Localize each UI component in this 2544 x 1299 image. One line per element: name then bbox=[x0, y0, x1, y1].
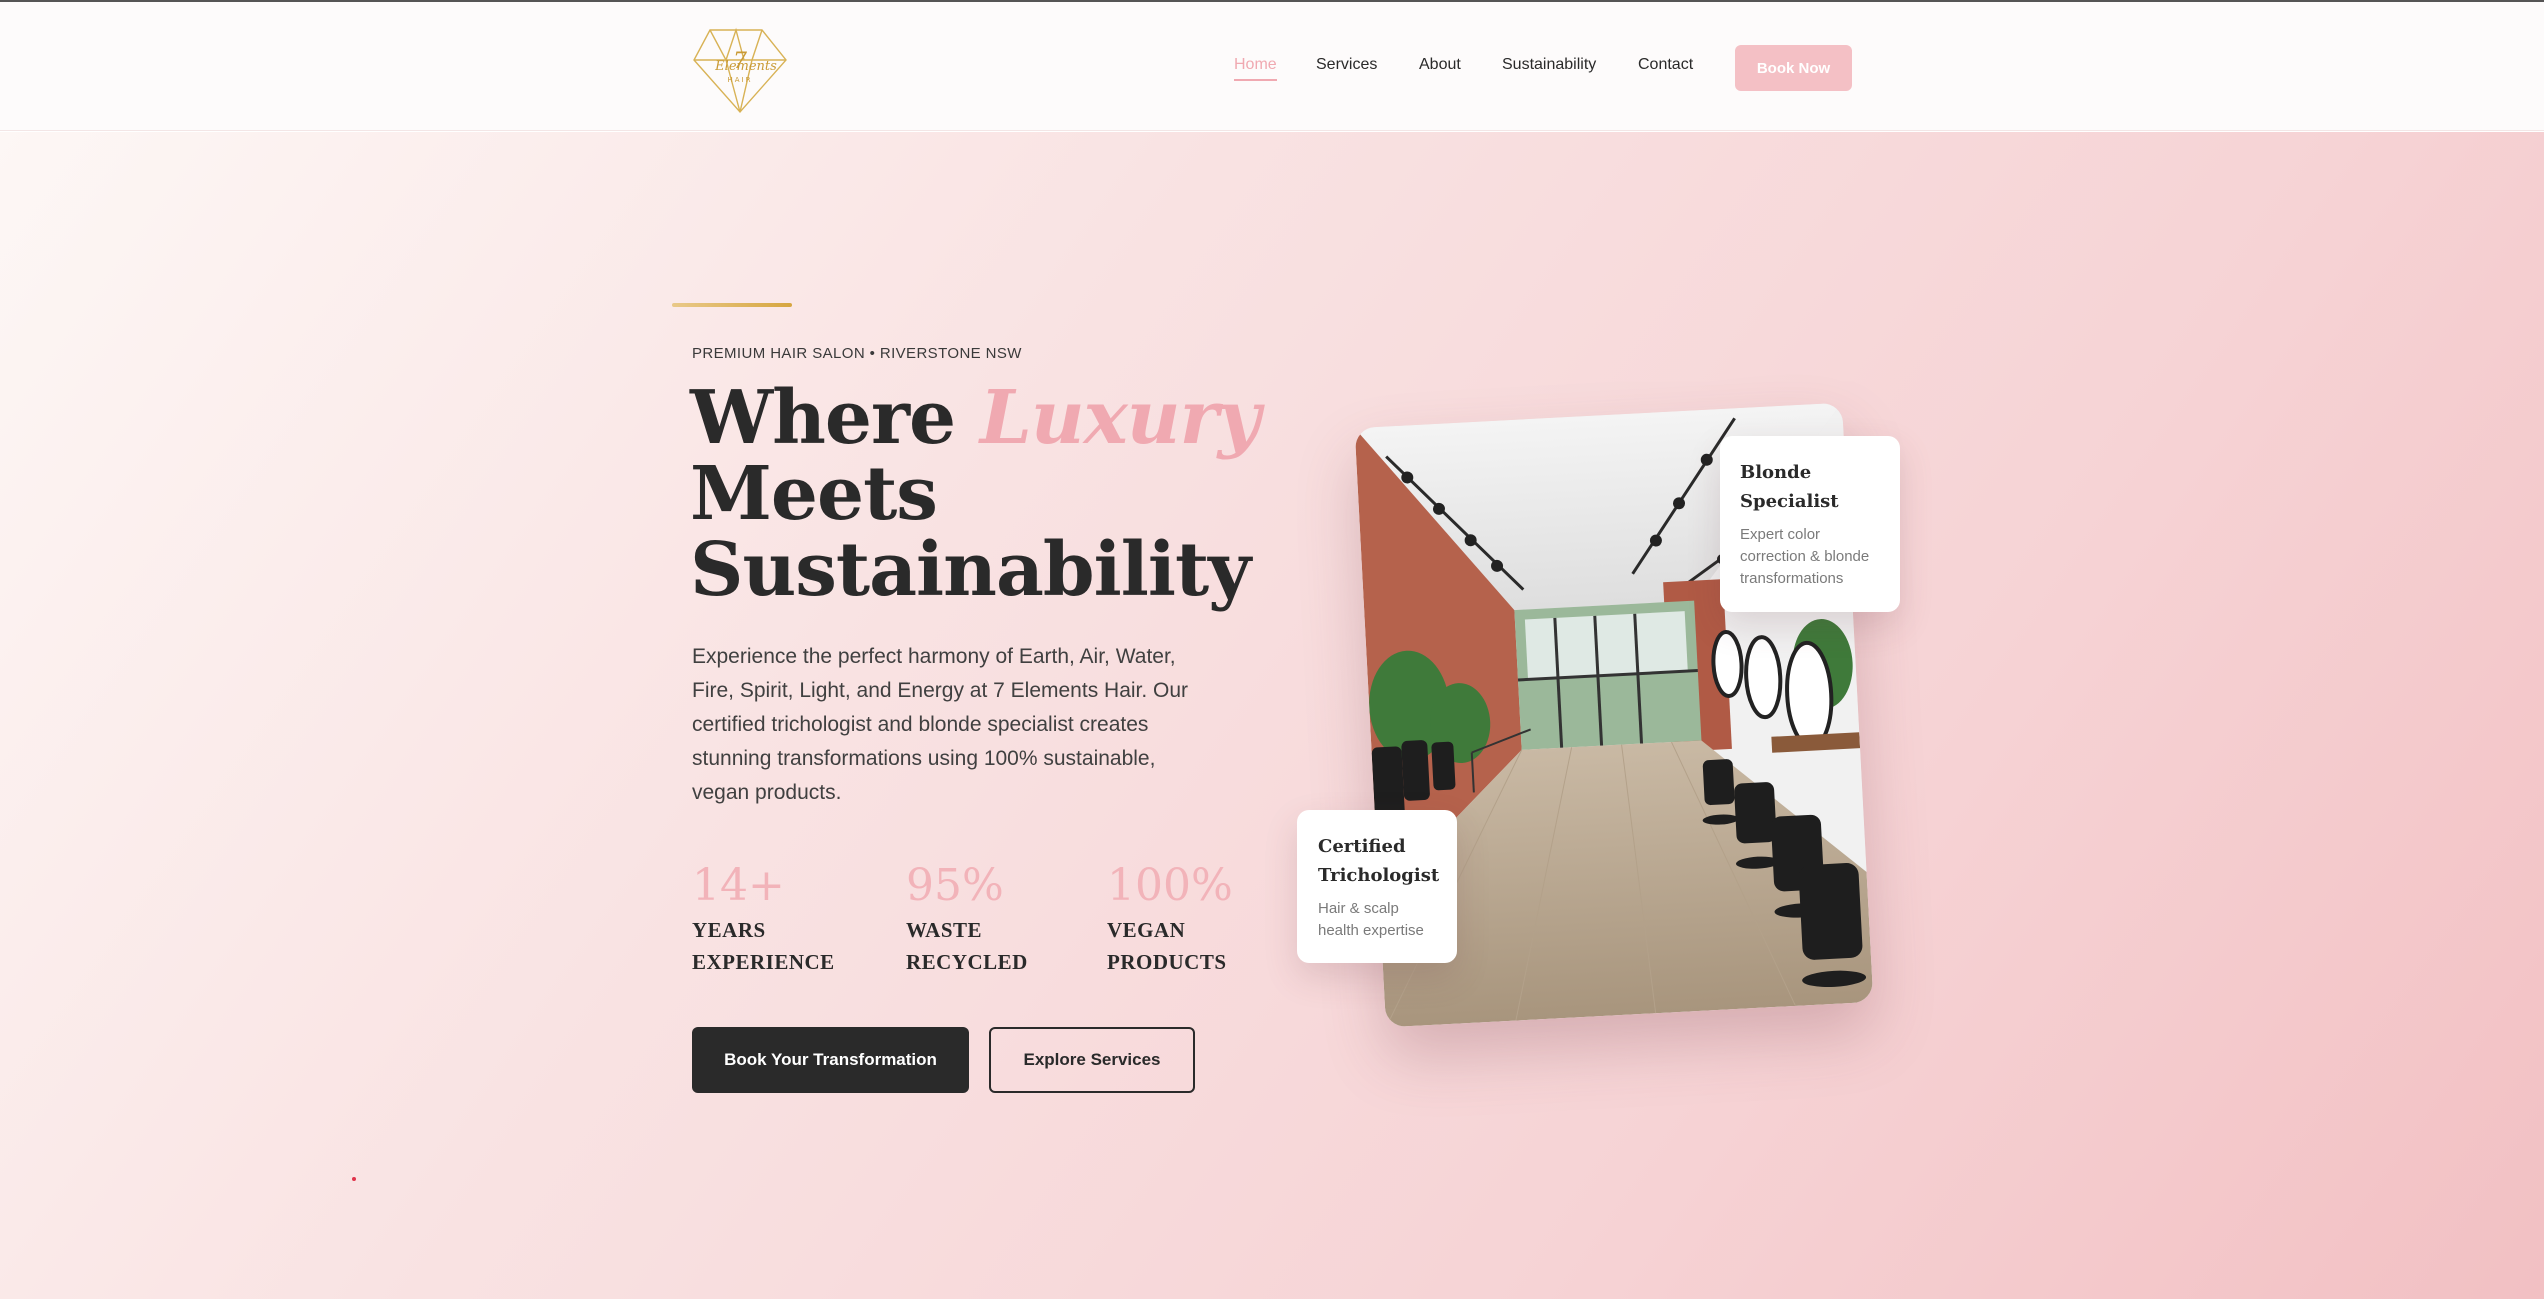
headline-sustainability: Sustainability bbox=[690, 527, 1251, 613]
book-now-button[interactable]: Book Now bbox=[1735, 45, 1852, 91]
stat-waste: 95% WASTE RECYCLED bbox=[906, 858, 1066, 978]
headline-luxury: Luxury bbox=[979, 375, 1261, 461]
decorative-dot bbox=[352, 1177, 356, 1181]
hero-section bbox=[0, 132, 2544, 1299]
site-header: 7 Elements HAIR Home Services About Sust… bbox=[0, 2, 2544, 131]
diamond-logo-icon: 7 Elements HAIR bbox=[693, 27, 787, 114]
nav-about[interactable]: About bbox=[1419, 56, 1461, 74]
card-text: Expert color correction & blonde transfo… bbox=[1740, 526, 1870, 587]
hero-headline: Where Luxury Meets Sustainability bbox=[690, 380, 1390, 608]
card-title: Blonde Specialist bbox=[1740, 462, 1839, 512]
book-transformation-button[interactable]: Book Your Transformation bbox=[692, 1027, 969, 1093]
nav-home[interactable]: Home bbox=[1234, 56, 1277, 81]
stat-value: 14+ bbox=[692, 860, 785, 911]
stat-years: 14+ YEARS EXPERIENCE bbox=[692, 858, 852, 978]
card-text: Hair & scalp health expertise bbox=[1318, 900, 1424, 939]
blonde-specialist-card: Blonde Specialist Expert color correctio… bbox=[1720, 436, 1900, 612]
logo[interactable]: 7 Elements HAIR bbox=[690, 22, 790, 114]
svg-text:HAIR: HAIR bbox=[728, 76, 753, 84]
stat-value: 95% bbox=[906, 860, 1004, 911]
stat-label: VEGAN PRODUCTS bbox=[1107, 918, 1227, 974]
nav-services[interactable]: Services bbox=[1316, 56, 1377, 74]
nav-contact[interactable]: Contact bbox=[1638, 56, 1693, 74]
card-title: Certified Trichologist bbox=[1318, 836, 1440, 886]
headline-meets: Meets bbox=[690, 451, 938, 537]
stat-label: YEARS EXPERIENCE bbox=[692, 918, 835, 974]
hero-intro: Experience the perfect harmony of Earth,… bbox=[692, 645, 1189, 804]
stat-vegan: 100% VEGAN PRODUCTS bbox=[1107, 858, 1267, 978]
stat-label: WASTE RECYCLED bbox=[906, 918, 1028, 974]
headline-where: Where bbox=[690, 375, 980, 461]
trichologist-card: Certified Trichologist Hair & scalp heal… bbox=[1297, 810, 1457, 963]
hero-eyebrow: PREMIUM HAIR SALON • RIVERSTONE NSW bbox=[692, 345, 1022, 362]
explore-services-button[interactable]: Explore Services bbox=[989, 1027, 1195, 1093]
gold-accent-line bbox=[672, 303, 792, 307]
svg-text:Elements: Elements bbox=[714, 59, 777, 74]
nav-sustainability[interactable]: Sustainability bbox=[1502, 56, 1596, 74]
stat-value: 100% bbox=[1107, 860, 1233, 911]
